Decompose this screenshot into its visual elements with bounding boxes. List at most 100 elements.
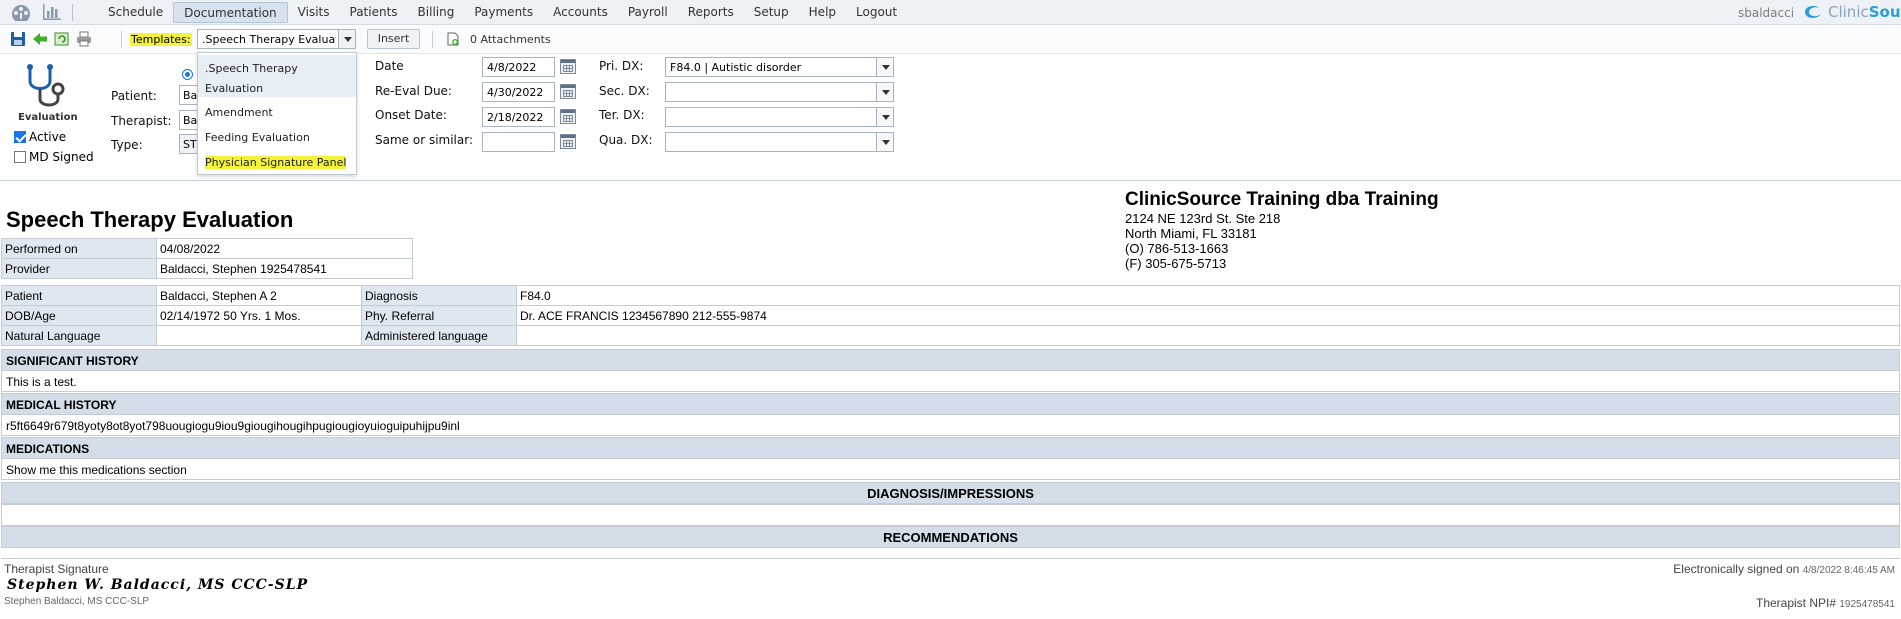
patient-label: Patient: xyxy=(111,89,157,103)
medications-body: Show me this medications section xyxy=(1,458,1900,480)
onset-date-label: Onset Date: xyxy=(375,108,447,122)
brand-text-part2: Source xyxy=(1868,3,1901,21)
onset-date-input[interactable]: 2/18/2022 xyxy=(482,107,555,127)
clinic-address1: 2124 NE 123rd St. Ste 218 xyxy=(1125,211,1281,226)
administered-language-value xyxy=(516,325,1900,346)
md-signed-checkbox[interactable] xyxy=(14,151,26,163)
chart-icon[interactable] xyxy=(42,3,62,21)
performed-table: Performed on 04/08/2022 Provider Baldacc… xyxy=(1,238,413,279)
template-option-feeding-evaluation[interactable]: Feeding Evaluation xyxy=(198,128,356,148)
calendar-icon[interactable] xyxy=(560,59,576,74)
chevron-down-icon[interactable] xyxy=(338,30,355,48)
menu-accounts[interactable]: Accounts xyxy=(543,2,618,23)
table-row: DOB/Age 02/14/1972 50 Yrs. 1 Mos. Phy. R… xyxy=(1,305,1900,326)
date-label: Date xyxy=(375,59,404,73)
print-icon[interactable] xyxy=(76,31,92,47)
refresh-icon[interactable] xyxy=(54,31,70,47)
menu-visits[interactable]: Visits xyxy=(288,2,340,23)
menu-payroll[interactable]: Payroll xyxy=(618,2,678,23)
pri-dx-select[interactable]: F84.0 | Autistic disorder xyxy=(665,57,894,77)
signed-on-label: Electronically signed on xyxy=(1673,562,1800,576)
templates-select-value: .Speech Therapy Evaluation xyxy=(202,33,336,46)
nav-separator xyxy=(72,3,73,21)
menu-payments[interactable]: Payments xyxy=(464,2,543,23)
natural-language-label: Natural Language xyxy=(1,325,157,346)
type-label: Type: xyxy=(111,138,143,152)
template-option-physician-signature-panel[interactable]: Physician Signature Panel xyxy=(198,153,356,173)
therapist-label: Therapist: xyxy=(111,114,172,128)
signature-printed-name: Stephen Baldacci, MS CCC-SLP xyxy=(4,596,150,607)
menu-billing[interactable]: Billing xyxy=(408,2,465,23)
signature-script: Stephen W. Baldacci, MS CCC-SLP xyxy=(7,577,309,593)
app-logo-icon[interactable] xyxy=(10,3,32,21)
menu-schedule[interactable]: Schedule xyxy=(98,2,173,23)
type-select[interactable]: ST xyxy=(179,134,199,154)
patient-info-table: Patient Baldacci, Stephen A 2 Diagnosis … xyxy=(1,285,1900,346)
highlighted-option-label: Physician Signature Panel xyxy=(205,156,347,169)
menu-setup[interactable]: Setup xyxy=(744,2,799,23)
calendar-icon[interactable] xyxy=(560,84,576,99)
npi-value: 1925478541 xyxy=(1839,599,1895,610)
templates-label: Templates: xyxy=(130,33,192,46)
attachment-icon[interactable] xyxy=(446,32,460,46)
significant-history-header: SIGNIFICANT HISTORY xyxy=(1,349,1900,371)
dob-label: DOB/Age xyxy=(1,305,157,326)
dob-value: 02/14/1972 50 Yrs. 1 Mos. xyxy=(156,305,362,326)
sec-dx-label: Sec. DX: xyxy=(599,84,650,98)
same-or-similar-input[interactable] xyxy=(482,132,555,152)
attachments-count[interactable]: 0 Attachments xyxy=(470,33,551,46)
templates-select[interactable]: .Speech Therapy Evaluation xyxy=(197,29,356,49)
phy-referral-label: Phy. Referral xyxy=(361,305,517,326)
sec-dx-select[interactable] xyxy=(665,82,894,102)
calendar-icon[interactable] xyxy=(560,134,576,149)
option-label-line2: Evaluation xyxy=(205,82,264,95)
ter-dx-select[interactable] xyxy=(665,107,894,127)
date-input[interactable]: 4/8/2022 xyxy=(482,57,555,77)
evaluation-document: Speech Therapy Evaluation ClinicSource T… xyxy=(0,180,1901,619)
chevron-down-icon[interactable] xyxy=(876,83,893,101)
medical-history-header: MEDICAL HISTORY xyxy=(1,393,1900,415)
table-row: Performed on 04/08/2022 xyxy=(1,238,413,259)
option-label-line1: .Speech Therapy xyxy=(205,62,298,75)
phy-referral-value: Dr. ACE FRANCIS 1234567890 212-555-9874 xyxy=(516,305,1900,326)
qua-dx-select[interactable] xyxy=(665,132,894,152)
signature-panel: Therapist Signature Stephen W. Baldacci,… xyxy=(1,558,1900,618)
menu-documentation[interactable]: Documentation xyxy=(173,2,288,23)
administered-language-label: Administered language xyxy=(361,325,517,346)
brand-text-part1: Clinic xyxy=(1828,3,1869,21)
insert-button[interactable]: Insert xyxy=(367,29,420,49)
back-arrow-icon[interactable] xyxy=(32,31,48,47)
diagnosis-impressions-header: DIAGNOSIS/IMPRESSIONS xyxy=(1,482,1900,504)
md-signed-label: MD Signed xyxy=(29,150,94,164)
template-option-amendment[interactable]: Amendment xyxy=(198,103,356,123)
chevron-down-icon[interactable] xyxy=(876,58,893,76)
radio-button[interactable] xyxy=(182,69,193,80)
chevron-down-icon[interactable] xyxy=(876,133,893,151)
clinic-name: ClinicSource Training dba Training xyxy=(1125,189,1439,210)
menu-reports[interactable]: Reports xyxy=(678,2,744,23)
menu-help[interactable]: Help xyxy=(799,2,846,23)
md-signed-checkbox-row[interactable]: MD Signed xyxy=(14,150,94,164)
patient-input[interactable]: Ba xyxy=(179,85,199,105)
chevron-down-icon[interactable] xyxy=(876,108,893,126)
active-checkbox[interactable] xyxy=(14,131,26,143)
same-or-similar-label: Same or similar: xyxy=(375,133,474,147)
templates-dropdown-list: .Speech Therapy Evaluation Amendment Fee… xyxy=(197,52,357,175)
calendar-icon[interactable] xyxy=(560,109,576,124)
save-icon[interactable] xyxy=(10,31,26,47)
template-option-speech-therapy-evaluation[interactable]: .Speech Therapy Evaluation xyxy=(198,55,356,97)
table-row: Natural Language Administered language xyxy=(1,325,1900,346)
toolbar-separator xyxy=(121,31,122,48)
menu-logout[interactable]: Logout xyxy=(846,2,907,23)
active-checkbox-row[interactable]: Active xyxy=(14,130,66,144)
reeval-due-input[interactable]: 4/30/2022 xyxy=(482,82,555,102)
patient-label: Patient xyxy=(1,285,157,306)
username: sbaldacci xyxy=(1738,6,1795,20)
provider-value: Baldacci, Stephen 1925478541 xyxy=(156,258,413,279)
pri-dx-label: Pri. DX: xyxy=(599,59,644,73)
signed-on: Electronically signed on 4/8/2022 8:46:4… xyxy=(1673,562,1895,576)
patient-value: Baldacci, Stephen A 2 xyxy=(156,285,362,306)
evaluation-label: Evaluation xyxy=(18,112,78,123)
therapist-input[interactable]: Ba xyxy=(179,110,199,130)
menu-patients[interactable]: Patients xyxy=(340,2,408,23)
